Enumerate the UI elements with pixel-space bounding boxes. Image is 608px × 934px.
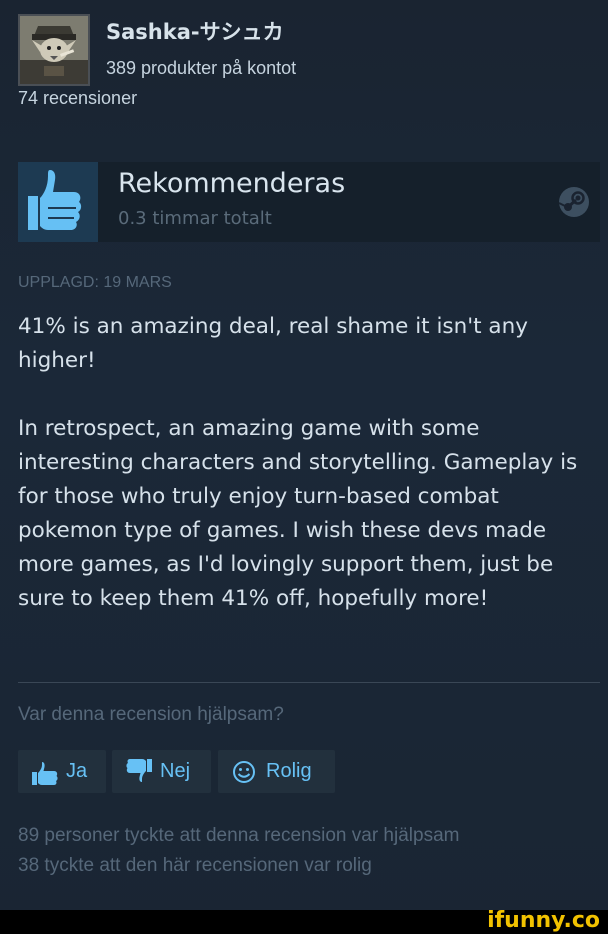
vote-funny-label: Rolig — [266, 760, 312, 782]
playtime-hours: 0.3 timmar totalt — [118, 208, 272, 229]
vote-no-label: Nej — [160, 760, 191, 782]
author-name[interactable]: Sashka-サシュカ — [106, 16, 284, 46]
review-paragraph: In retrospect, an amazing game with some… — [18, 416, 578, 611]
thumbs-down-icon — [126, 758, 152, 782]
review-paragraph: 41% is an amazing deal, real shame it is… — [18, 314, 528, 373]
helpful-question: Var denna recension hjälpsam? — [18, 704, 284, 725]
thumbs-up-box — [18, 162, 98, 242]
vote-funny-button[interactable]: Rolig — [218, 750, 335, 793]
thumbs-up-icon — [18, 162, 98, 242]
thumbs-up-icon — [32, 761, 58, 785]
vote-no-button[interactable]: Nej — [112, 750, 211, 793]
divider — [18, 682, 600, 683]
smiley-icon — [233, 760, 255, 783]
recommendation-banner[interactable]: Rekommenderas 0.3 timmar totalt — [18, 162, 600, 242]
author-products[interactable]: 389 produkter på kontot — [106, 58, 296, 79]
author-reviews[interactable]: 74 recensioner — [18, 88, 137, 109]
vote-yes-label: Ja — [66, 760, 88, 782]
avatar[interactable] — [18, 14, 90, 86]
recommendation-title: Rekommenderas — [118, 168, 346, 199]
vote-stats: 89 personer tyckte att denna recension v… — [18, 821, 459, 881]
steam-icon — [558, 187, 589, 217]
review-page: Sashka-サシュカ 389 produkter på kontot 74 r… — [0, 0, 608, 934]
vote-yes-button[interactable]: Ja — [18, 750, 106, 793]
posted-date: UPPLAGD: 19 MARS — [18, 274, 172, 291]
review-text: 41% is an amazing deal, real shame it is… — [18, 310, 590, 650]
helpful-count: 89 personer tyckte att denna recension v… — [18, 825, 460, 846]
funny-count: 38 tyckte att den här recensionen var ro… — [18, 855, 372, 876]
avatar-image — [20, 16, 88, 84]
watermark: ifunny.co — [487, 908, 600, 933]
